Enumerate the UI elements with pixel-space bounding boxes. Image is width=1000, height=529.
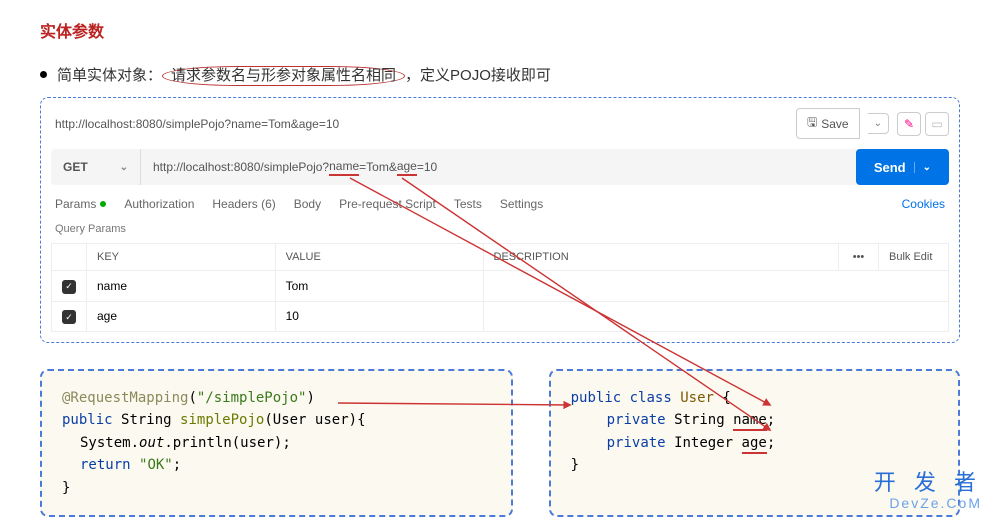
pencil-icon: ✎: [904, 117, 914, 131]
save-dropdown[interactable]: ⌄: [868, 113, 889, 134]
send-button[interactable]: Send ⌄: [856, 149, 949, 185]
field-age: age: [742, 435, 767, 454]
more-button[interactable]: •••: [839, 244, 879, 271]
col-key: KEY: [87, 244, 276, 271]
row-checkbox[interactable]: ✓: [62, 280, 76, 294]
bulk-edit-button[interactable]: Bulk Edit: [879, 244, 949, 271]
postman-panel: http://localhost:8080/simplePojo?name=To…: [40, 97, 960, 343]
tab-body[interactable]: Body: [294, 197, 321, 211]
save-button[interactable]: 🖫 Save: [796, 108, 860, 139]
tab-authorization[interactable]: Authorization: [124, 197, 194, 211]
request-breadcrumb: http://localhost:8080/simplePojo?name=To…: [51, 117, 788, 131]
params-table: KEY VALUE DESCRIPTION ••• Bulk Edit ✓ na…: [51, 243, 949, 332]
url-param-age: age: [397, 159, 417, 176]
edit-button[interactable]: ✎: [897, 112, 921, 136]
chevron-down-icon: ⌄: [914, 162, 931, 173]
col-desc: DESCRIPTION: [483, 244, 839, 271]
bullet-icon: [40, 71, 47, 78]
active-dot-icon: [100, 201, 106, 207]
table-row: ✓ name Tom: [52, 271, 949, 302]
comment-icon: ▭: [931, 117, 942, 131]
field-name: name: [733, 412, 767, 431]
row-checkbox[interactable]: ✓: [62, 310, 76, 324]
save-icon: 🖫: [807, 113, 817, 134]
table-header: KEY VALUE DESCRIPTION ••• Bulk Edit: [52, 244, 949, 271]
section-title: 实体参数: [40, 18, 1000, 42]
method-dropdown[interactable]: GET ⌄: [51, 149, 141, 185]
chevron-down-icon: ⌄: [120, 162, 128, 173]
tab-settings[interactable]: Settings: [500, 197, 543, 211]
cell-value[interactable]: 10: [275, 301, 483, 332]
tab-params[interactable]: Params: [55, 197, 106, 211]
subtitle-text: 简单实体对象：请求参数名与形参对象属性名相同，定义POJO接收即可: [57, 64, 551, 85]
tab-headers[interactable]: Headers (6): [212, 197, 275, 211]
tab-tests[interactable]: Tests: [454, 197, 482, 211]
tab-prerequest[interactable]: Pre-request Script: [339, 197, 436, 211]
tabs-row: Params Authorization Headers (6) Body Pr…: [51, 197, 949, 223]
cell-key[interactable]: name: [87, 271, 276, 302]
subtitle-highlight: 请求参数名与形参对象属性名相同: [162, 66, 405, 86]
cell-value[interactable]: Tom: [275, 271, 483, 302]
url-param-name: name: [329, 159, 359, 176]
watermark: 开 发 者 DevZe.CoM: [874, 471, 982, 511]
table-row: ✓ age 10: [52, 301, 949, 332]
url-input[interactable]: http://localhost:8080/simplePojo?name=To…: [141, 149, 848, 185]
comment-button[interactable]: ▭: [925, 112, 949, 136]
col-value: VALUE: [275, 244, 483, 271]
query-params-label: Query Params: [51, 223, 949, 243]
subtitle-row: 简单实体对象：请求参数名与形参对象属性名相同，定义POJO接收即可: [40, 64, 1000, 85]
cell-key[interactable]: age: [87, 301, 276, 332]
code-controller: @RequestMapping("/simplePojo") public St…: [40, 369, 513, 517]
cookies-link[interactable]: Cookies: [902, 197, 945, 211]
